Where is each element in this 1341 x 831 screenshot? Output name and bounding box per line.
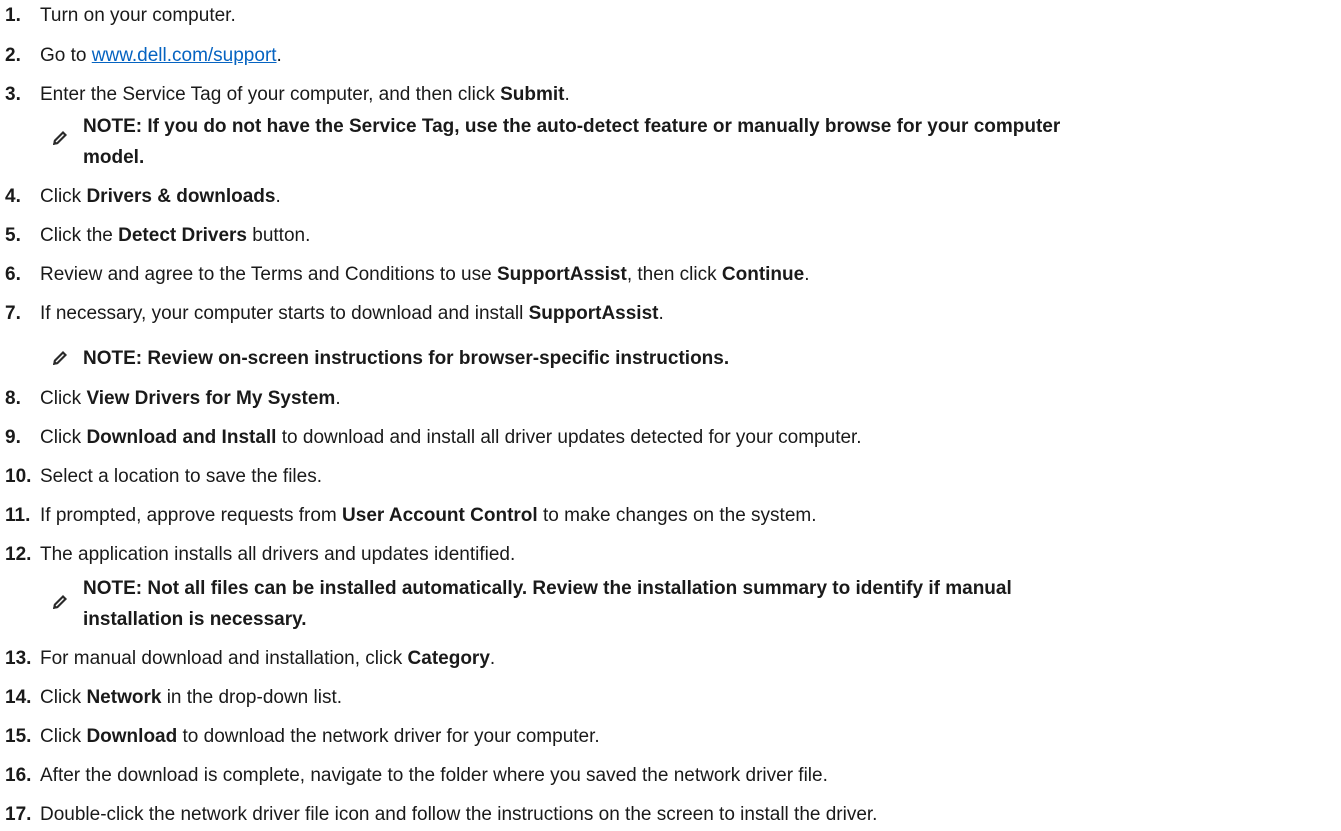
dell-support-link[interactable]: www.dell.com/support bbox=[92, 45, 277, 66]
step-text: Click View Drivers for My System. bbox=[40, 388, 341, 409]
note-browser-instructions: NOTE: Review on-screen instructions for … bbox=[83, 343, 1333, 374]
step-text: The application installs all drivers and… bbox=[40, 544, 516, 565]
step-number: 9. bbox=[5, 427, 21, 448]
step-text: Click Drivers & downloads. bbox=[40, 186, 281, 207]
step-text: If prompted, approve requests from User … bbox=[40, 505, 817, 526]
step-number: 1. bbox=[5, 5, 21, 26]
step-number: 16. bbox=[5, 765, 32, 786]
pencil-note-icon bbox=[51, 349, 69, 367]
step-number: 10. bbox=[5, 466, 32, 487]
note-line: NOTE: If you do not have the Service Tag… bbox=[83, 116, 1061, 137]
step-number: 2. bbox=[5, 45, 21, 66]
step-text: Select a location to save the files. bbox=[40, 466, 322, 487]
step-text: Click Download to download the network d… bbox=[40, 726, 600, 747]
pencil-note-icon bbox=[51, 593, 69, 611]
step-number: 12. bbox=[5, 544, 32, 565]
pencil-note-icon bbox=[51, 129, 69, 147]
step-text: After the download is complete, navigate… bbox=[40, 765, 828, 786]
note-service-tag: NOTE: If you do not have the Service Tag… bbox=[83, 111, 1333, 173]
step-number: 3. bbox=[5, 84, 21, 105]
step-text: Click Download and Install to download a… bbox=[40, 427, 862, 448]
note-line: NOTE: Review on-screen instructions for … bbox=[83, 348, 730, 369]
note-line: model. bbox=[83, 147, 145, 168]
instructions-document: 1. Turn on your computer. 2. Go to www.d… bbox=[0, 0, 1341, 831]
note-line: installation is necessary. bbox=[83, 609, 307, 630]
step-number: 17. bbox=[5, 804, 32, 825]
step-text: If necessary, your computer starts to do… bbox=[40, 303, 664, 324]
note-manual-installation: NOTE: Not all files can be installed aut… bbox=[83, 573, 1333, 635]
step-text: Click the Detect Drivers button. bbox=[40, 225, 311, 246]
step-text: Review and agree to the Terms and Condit… bbox=[40, 264, 810, 285]
step-text: Enter the Service Tag of your computer, … bbox=[40, 84, 570, 105]
step-number: 15. bbox=[5, 726, 32, 747]
step-text: For manual download and installation, cl… bbox=[40, 648, 496, 669]
step-number: 11. bbox=[5, 505, 31, 526]
step-number: 5. bbox=[5, 225, 21, 246]
step-number: 13. bbox=[5, 648, 32, 669]
step-text: Click Network in the drop-down list. bbox=[40, 687, 343, 708]
step-text: Double-click the network driver file ico… bbox=[40, 804, 878, 825]
step-text: Go to www.dell.com/support. bbox=[40, 45, 282, 66]
step-number: 4. bbox=[5, 186, 21, 207]
step-number: 14. bbox=[5, 687, 32, 708]
step-number: 8. bbox=[5, 388, 21, 409]
step-number: 7. bbox=[5, 303, 21, 324]
step-text: Turn on your computer. bbox=[40, 5, 236, 26]
note-line: NOTE: Not all files can be installed aut… bbox=[83, 578, 1012, 599]
step-number: 6. bbox=[5, 264, 21, 285]
